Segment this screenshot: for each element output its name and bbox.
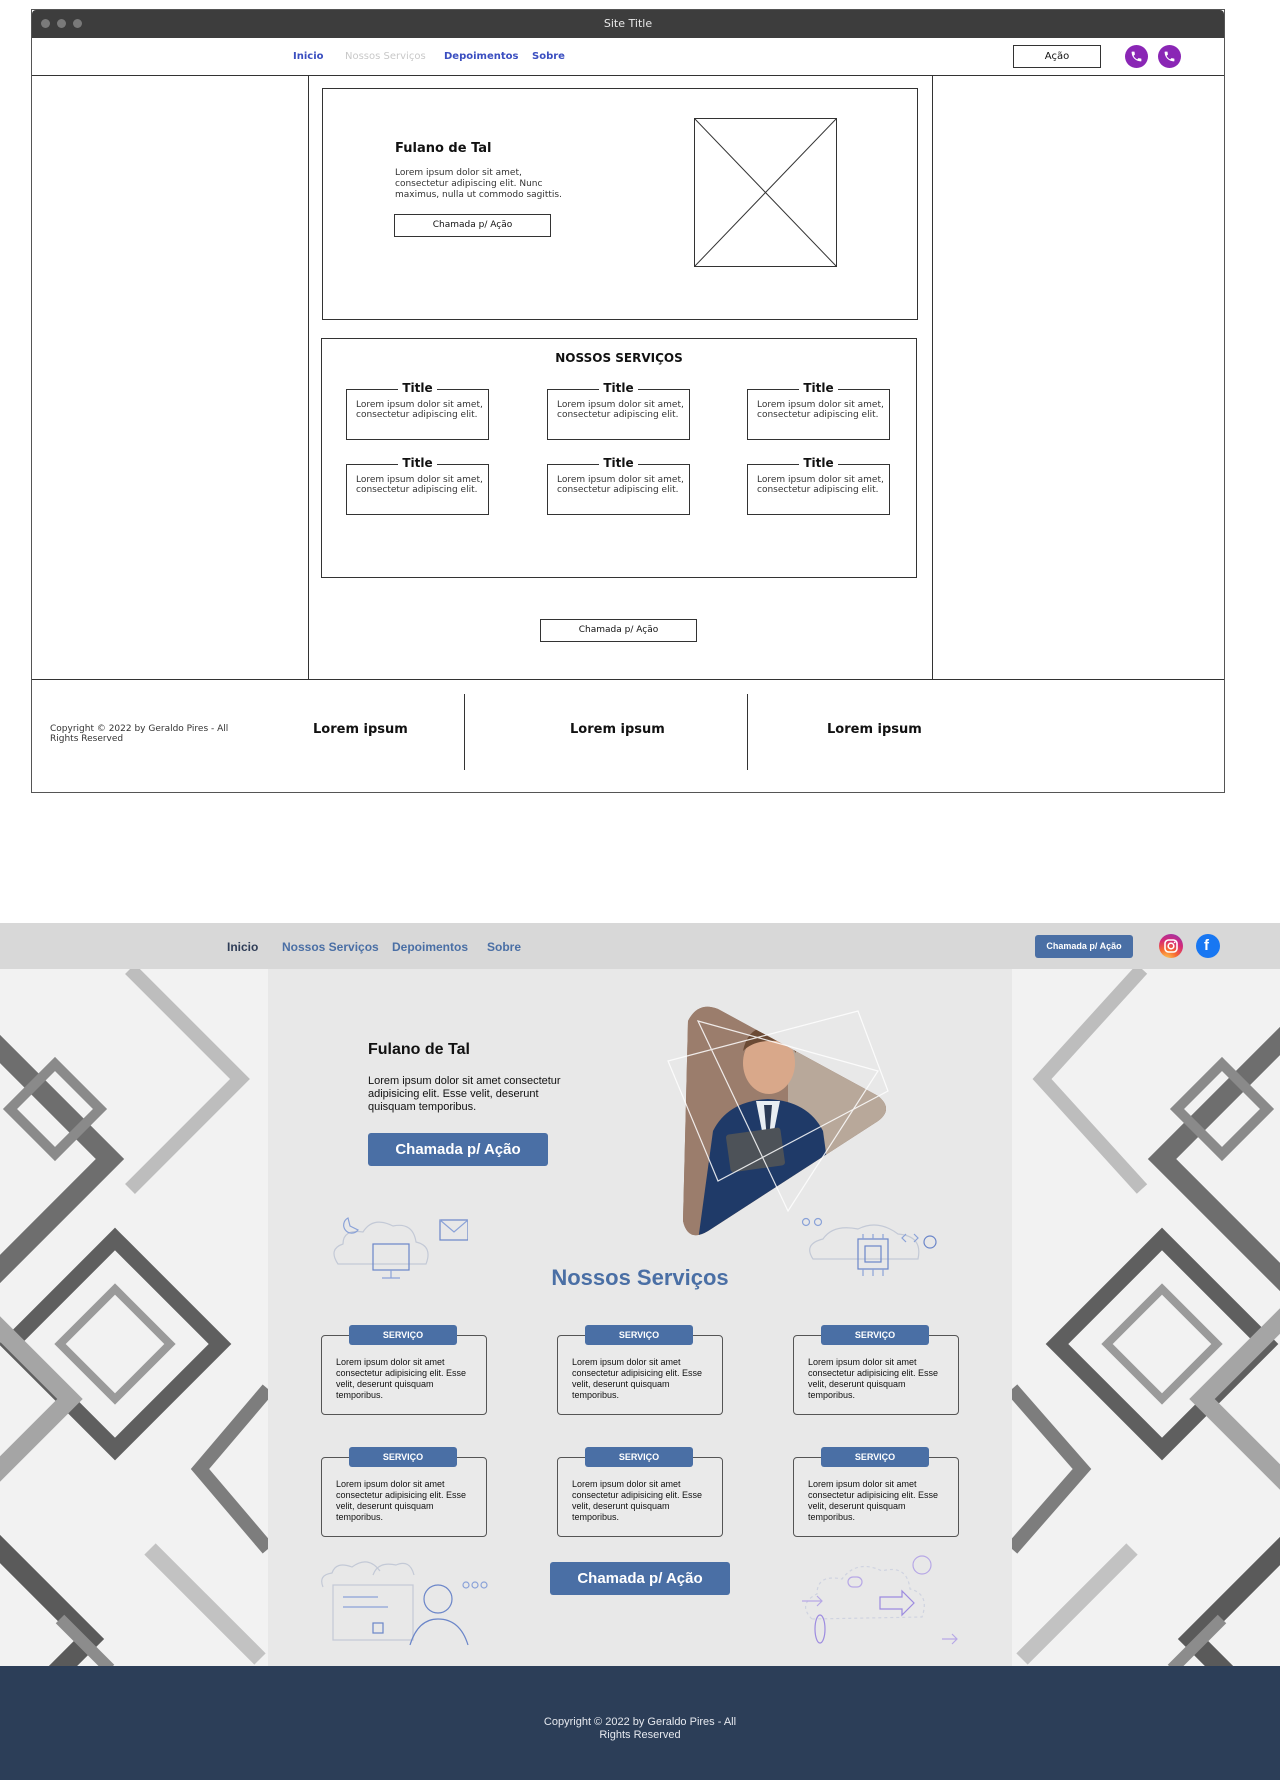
wf-service-card: Title Lorem ipsum dolor sit amet, consec… — [346, 381, 489, 440]
wf-card-title: Title — [799, 456, 838, 470]
wf-hero-cta-button[interactable]: Chamada p/ Ação — [394, 214, 551, 237]
service-tag: SERVIÇO — [585, 1325, 693, 1345]
wf-card-title: Title — [398, 381, 437, 395]
wf-card-text: Lorem ipsum dolor sit amet, consectetur … — [757, 475, 884, 495]
wf-card-title: Title — [599, 381, 638, 395]
diamond-pattern-right — [1012, 969, 1280, 1666]
wf-card-title: Title — [599, 456, 638, 470]
copyright-line: Copyright © 2022 by Geraldo Pires - All — [543, 1716, 737, 1728]
divider — [464, 694, 465, 770]
cloud-analytics-illustration — [802, 1555, 958, 1645]
service-text: Lorem ipsum dolor sit amet consectetur a… — [572, 1357, 703, 1400]
phone-icon[interactable] — [1125, 45, 1148, 68]
service-tag: SERVIÇO — [821, 1447, 929, 1467]
phone-icon[interactable] — [1158, 45, 1181, 68]
service-card: SERVIÇO Lorem ipsum dolor sit amet conse… — [321, 1325, 487, 1415]
wf-footer-col: Lorem ipsum — [313, 722, 408, 737]
service-text: Lorem ipsum dolor sit amet consectetur a… — [336, 1479, 467, 1522]
service-card: SERVIÇO Lorem ipsum dolor sit amet conse… — [557, 1447, 723, 1537]
copyright: Copyright © 2022 by Geraldo Pires - All … — [0, 1716, 1280, 1742]
wf-card-title: Title — [799, 381, 838, 395]
wf-nav-depoimentos[interactable]: Depoimentos — [444, 51, 518, 62]
hero-name: Fulano de Tal — [368, 1041, 470, 1058]
diamond-pattern-left — [0, 969, 268, 1666]
final-design: Inicio Nossos Serviços Depoimentos Sobre… — [0, 923, 1280, 1780]
service-text: Lorem ipsum dolor sit amet consectetur a… — [808, 1479, 939, 1522]
service-tag: SERVIÇO — [585, 1447, 693, 1467]
wf-service-card: Title Lorem ipsum dolor sit amet, consec… — [346, 456, 489, 515]
wf-service-card: Title Lorem ipsum dolor sit amet, consec… — [747, 456, 890, 515]
main-content: Fulano de Tal Lorem ipsum dolor sit amet… — [268, 969, 1012, 1666]
nav-depoimentos[interactable]: Depoimentos — [392, 940, 468, 954]
wf-card-text: Lorem ipsum dolor sit amet, consectetur … — [557, 400, 684, 420]
hero-text: Lorem ipsum dolor sit amet consectetur a… — [368, 1075, 561, 1113]
nav-servicos[interactable]: Nossos Serviços — [282, 940, 379, 954]
hero-cta-button[interactable]: Chamada p/ Ação — [368, 1133, 548, 1166]
divider — [747, 694, 748, 770]
user-dashboard-illustration — [321, 1561, 488, 1646]
nav-cta-button[interactable]: Chamada p/ Ação — [1035, 935, 1133, 958]
wf-service-card: Title Lorem ipsum dolor sit amet, consec… — [547, 381, 690, 440]
footer: Copyright © 2022 by Geraldo Pires - All … — [0, 1666, 1280, 1780]
service-tag: SERVIÇO — [821, 1325, 929, 1345]
instagram-icon[interactable] — [1159, 934, 1183, 958]
wf-footer: Copyright © 2022 by Geraldo Pires - All … — [32, 679, 1224, 793]
image-placeholder-icon — [694, 118, 837, 267]
service-text: Lorem ipsum dolor sit amet consectetur a… — [808, 1357, 939, 1400]
service-text: Lorem ipsum dolor sit amet consectetur a… — [336, 1357, 467, 1400]
wf-hero-section: Fulano de Tal Lorem ipsum dolor sit amet… — [322, 88, 918, 320]
wf-services-title: NOSSOS SERVIÇOS — [555, 351, 683, 365]
service-card: SERVIÇO Lorem ipsum dolor sit amet conse… — [557, 1325, 723, 1415]
service-tag: SERVIÇO — [349, 1447, 457, 1467]
wf-service-card: Title Lorem ipsum dolor sit amet, consec… — [747, 381, 890, 440]
service-card: SERVIÇO Lorem ipsum dolor sit amet conse… — [793, 1325, 959, 1415]
wf-footer-col: Lorem ipsum — [570, 722, 665, 737]
window-titlebar: Site Title — [32, 10, 1224, 38]
wf-service-card: Title Lorem ipsum dolor sit amet, consec… — [547, 456, 690, 515]
wf-card-text: Lorem ipsum dolor sit amet, consectetur … — [757, 400, 884, 420]
navbar: Inicio Nossos Serviços Depoimentos Sobre… — [0, 923, 1280, 969]
service-text: Lorem ipsum dolor sit amet consectetur a… — [572, 1479, 703, 1522]
wf-nav-servicos[interactable]: Nossos Serviços — [345, 51, 426, 62]
nav-sobre[interactable]: Sobre — [487, 940, 521, 954]
wf-footer-col: Lorem ipsum — [827, 722, 922, 737]
wf-nav-sobre[interactable]: Sobre — [532, 51, 565, 62]
wf-card-text: Lorem ipsum dolor sit amet, consectetur … — [356, 475, 483, 495]
wf-services-cta-button[interactable]: Chamada p/ Ação — [540, 619, 697, 642]
wf-card-text: Lorem ipsum dolor sit amet, consectetur … — [356, 400, 483, 420]
portrait-image — [667, 1006, 889, 1236]
wf-navbar: Inicio Nossos Serviços Depoimentos Sobre… — [32, 38, 1224, 76]
services-cta-button[interactable]: Chamada p/ Ação — [550, 1562, 730, 1595]
wireframe-window: Site Title Inicio Nossos Serviços Depoim… — [31, 9, 1225, 793]
wf-hero-text: Lorem ipsum dolor sit amet, consectetur … — [395, 168, 562, 200]
service-tag: SERVIÇO — [349, 1325, 457, 1345]
facebook-icon[interactable]: f — [1196, 934, 1220, 958]
wf-services-section: NOSSOS SERVIÇOS Title Lorem ipsum dolor … — [321, 338, 917, 578]
wf-card-text: Lorem ipsum dolor sit amet, consectetur … — [557, 475, 684, 495]
wf-nav-inicio[interactable]: Inicio — [293, 51, 324, 62]
copyright-line: Rights Reserved — [599, 1729, 681, 1741]
wf-hero-name: Fulano de Tal — [395, 141, 492, 156]
services-title: Nossos Serviços — [551, 1265, 729, 1290]
wf-acao-button[interactable]: Ação — [1013, 45, 1101, 68]
nav-inicio[interactable]: Inicio — [227, 940, 258, 954]
service-card: SERVIÇO Lorem ipsum dolor sit amet conse… — [793, 1447, 959, 1537]
wf-copyright: Copyright © 2022 by Geraldo Pires - All … — [50, 724, 229, 744]
wf-main-column: Fulano de Tal Lorem ipsum dolor sit amet… — [308, 76, 933, 679]
window-title: Site Title — [603, 17, 653, 30]
wf-card-title: Title — [398, 456, 437, 470]
service-card: SERVIÇO Lorem ipsum dolor sit amet conse… — [321, 1447, 487, 1537]
